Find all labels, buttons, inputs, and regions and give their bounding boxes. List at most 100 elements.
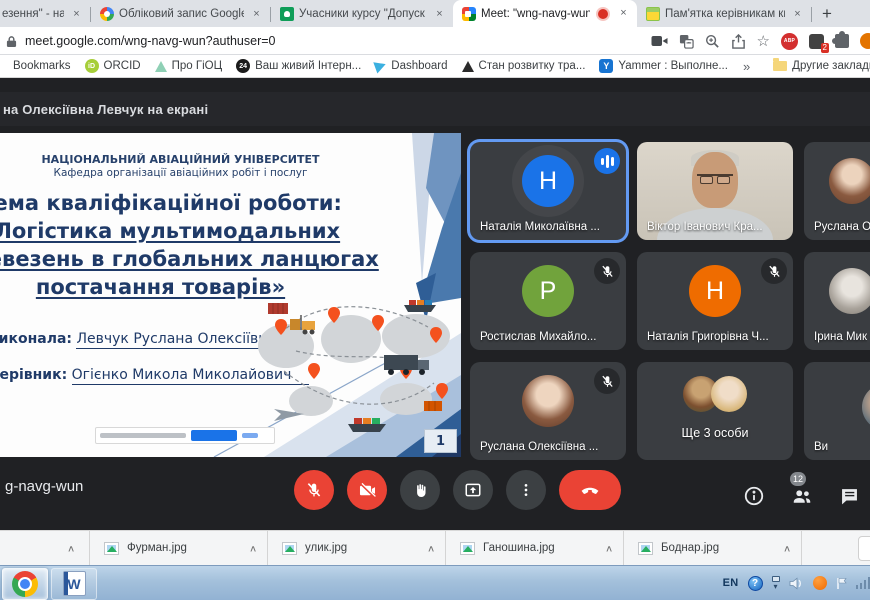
browser-tab-5[interactable]: Пам'ятка керівникам кваліфіка × xyxy=(637,1,811,27)
browser-tab-meet-active[interactable]: Meet: "wng-navg-wun" × xyxy=(453,0,637,27)
camera-off-button[interactable] xyxy=(347,470,387,510)
tab-close-icon[interactable]: × xyxy=(432,7,447,22)
chevron-up-icon[interactable]: ∧ xyxy=(605,543,613,553)
participant-tile-natalia-m[interactable]: Н Наталія Миколаївна ... xyxy=(470,142,626,240)
mic-off-button[interactable] xyxy=(294,470,334,510)
antivirus-icon[interactable] xyxy=(813,576,827,590)
hidden-icons-button[interactable]: ▾ xyxy=(772,576,780,590)
download-item[interactable]: Фурман.jpg ∧ xyxy=(90,531,268,565)
camera-permission-icon[interactable] xyxy=(651,35,668,47)
share-icon[interactable] xyxy=(731,34,746,49)
bookmark-bookmarks[interactable]: Bookmarks xyxy=(6,60,78,72)
bookmark-label: Про ГіОЦ xyxy=(172,60,223,72)
system-tray: EN ? ▾ xyxy=(723,566,870,600)
badge-24-icon: 24 xyxy=(236,59,250,73)
tab-close-icon[interactable]: × xyxy=(790,7,805,22)
profile-avatar[interactable] xyxy=(860,33,870,49)
participant-tile-you[interactable]: Ви xyxy=(804,362,870,460)
participant-tile-rostyslav[interactable]: Р Ростислав Михайло... xyxy=(470,252,626,350)
download-filename[interactable]: Ганошина.jpg xyxy=(483,542,597,554)
mic-off-icon xyxy=(761,258,787,284)
other-bookmarks-button[interactable]: Другие закладки xyxy=(766,60,870,72)
present-screen-button[interactable] xyxy=(453,470,493,510)
download-item[interactable]: Боднар.jpg ∧ xyxy=(624,531,802,565)
participant-name: Руслана Олексіївна ... xyxy=(480,441,598,453)
zoom-icon[interactable] xyxy=(705,34,720,49)
meeting-details-button[interactable] xyxy=(743,485,765,507)
avatar: Н xyxy=(689,265,741,317)
chevron-up-icon[interactable]: ∧ xyxy=(67,543,75,553)
bookmark-label: Другие закладки xyxy=(792,60,870,72)
mic-off-icon xyxy=(594,368,620,394)
participant-tile-iryna[interactable]: Ірина Мик xyxy=(804,252,870,350)
url-text[interactable]: meet.google.com/wng-navg-wun?authuser=0 xyxy=(25,34,276,48)
notification-allow-button[interactable] xyxy=(191,430,237,441)
avatar-photo xyxy=(829,268,870,314)
bookmark-yammer[interactable]: Y Yammer : Выполне... xyxy=(592,59,735,73)
glasses xyxy=(697,174,733,183)
image-file-icon xyxy=(638,542,653,555)
tab-close-icon[interactable]: × xyxy=(69,7,84,22)
bookmark-star-icon[interactable]: ☆ xyxy=(757,34,770,49)
call-controls xyxy=(294,470,621,510)
bookmark-internet[interactable]: 24 Ваш живий Інтерн... xyxy=(229,59,368,73)
taskbar-chrome-button[interactable] xyxy=(2,568,48,600)
download-item[interactable]: улик.jpg ∧ xyxy=(268,531,446,565)
adblock-extension-icon[interactable]: ABP xyxy=(781,33,798,50)
participants-button[interactable]: 12 xyxy=(790,485,814,507)
avatar-photo xyxy=(711,376,747,412)
show-all-downloads-button[interactable] xyxy=(858,536,870,561)
chat-button[interactable] xyxy=(839,486,860,507)
chevron-up-icon[interactable]: ∧ xyxy=(427,543,435,553)
bookmark-dashboard[interactable]: Dashboard xyxy=(368,60,454,72)
extension-badge: 2 xyxy=(821,43,829,53)
help-icon[interactable]: ? xyxy=(748,576,763,591)
participant-tile-ruslana[interactable]: Руслана Олексіївна ... xyxy=(470,362,626,460)
bookmark-stan[interactable]: Стан розвитку тра... xyxy=(455,60,593,72)
participant-name: Ви xyxy=(814,441,828,453)
browser-tab-1[interactable]: езення" - навча × xyxy=(0,1,90,27)
download-item-cut[interactable]: ∧ xyxy=(0,531,90,565)
author-label: Виконала: xyxy=(0,331,72,347)
notification-link-stub[interactable] xyxy=(242,433,258,438)
browser-tab-2[interactable]: Обліковий запис Google × xyxy=(91,1,270,27)
bookmark-orcid[interactable]: iD ORCID xyxy=(78,59,148,73)
end-call-button[interactable] xyxy=(559,470,621,510)
expand-chevron-icon: ▾ xyxy=(773,584,777,590)
participant-tile-natalia-g[interactable]: Н Наталія Григорівна Ч... xyxy=(637,252,793,350)
avatar-photo xyxy=(862,384,870,430)
extension-with-badge-icon[interactable]: 2 xyxy=(809,34,824,49)
lock-icon[interactable] xyxy=(6,35,17,48)
browser-tab-3[interactable]: Учасники курсу "Допуск до за × xyxy=(271,1,453,27)
notification-bar[interactable] xyxy=(95,427,275,444)
raise-hand-button[interactable] xyxy=(400,470,440,510)
download-filename[interactable]: Фурман.jpg xyxy=(127,542,241,554)
translate-icon[interactable] xyxy=(679,34,694,49)
network-signal-icon[interactable] xyxy=(856,577,870,589)
tab-close-icon[interactable]: × xyxy=(616,6,631,21)
new-tab-button[interactable]: + xyxy=(812,1,842,27)
participant-name: Ірина Мик xyxy=(814,331,867,343)
meet-favicon xyxy=(462,7,476,21)
shared-presentation-slide[interactable]: НАЦІОНАЛЬНИЙ АВІАЦІЙНИЙ УНІВЕРСИТЕТ Кафе… xyxy=(0,133,461,457)
more-options-button[interactable] xyxy=(506,470,546,510)
flag-icon[interactable] xyxy=(836,577,847,590)
download-filename[interactable]: Боднар.jpg xyxy=(661,542,775,554)
download-filename[interactable]: улик.jpg xyxy=(305,542,419,554)
bookmarks-overflow-chevron[interactable]: » xyxy=(735,59,758,74)
taskbar-word-button[interactable]: W xyxy=(51,568,97,600)
tab-close-icon[interactable]: × xyxy=(249,7,264,22)
chevron-up-icon[interactable]: ∧ xyxy=(249,543,257,553)
chevron-up-icon[interactable]: ∧ xyxy=(783,543,791,553)
participant-tile-ruslana-o[interactable]: Руслана О xyxy=(804,142,870,240)
extensions-puzzle-icon[interactable] xyxy=(835,34,849,48)
slide-university-line: НАЦІОНАЛЬНИЙ АВІАЦІЙНИЙ УНІВЕРСИТЕТ xyxy=(0,153,397,166)
volume-icon[interactable] xyxy=(789,577,804,590)
participant-tile-more-people[interactable]: Ще 3 особи xyxy=(637,362,793,460)
bookmark-giots[interactable]: Про ГіОЦ xyxy=(148,60,230,72)
language-indicator[interactable]: EN xyxy=(723,577,739,589)
download-item[interactable]: Ганошина.jpg ∧ xyxy=(446,531,624,565)
yammer-icon: Y xyxy=(599,59,613,73)
participant-tile-viktor[interactable]: Віктор Іванович Кра... xyxy=(637,142,793,240)
meeting-info-controls: 12 xyxy=(743,485,860,507)
